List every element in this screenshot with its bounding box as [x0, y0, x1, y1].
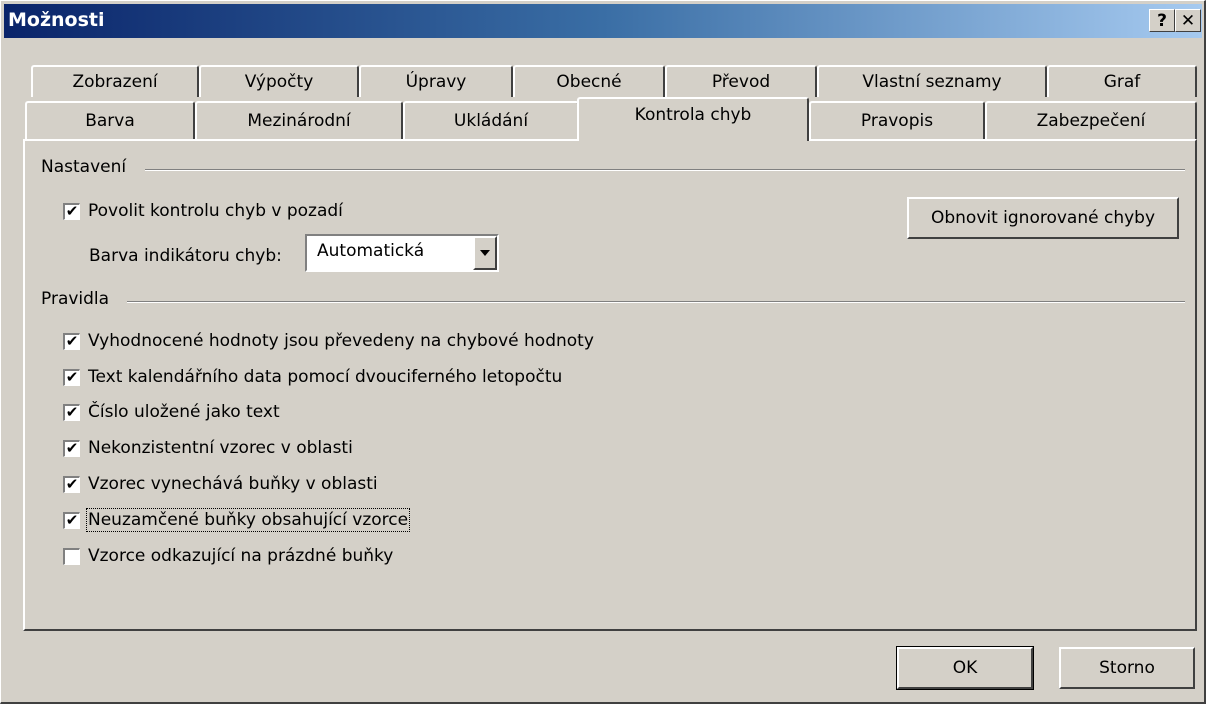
tab-label: Výpočty	[244, 72, 314, 92]
tab-label: Mezinárodní	[247, 111, 351, 131]
tab-label: Převod	[711, 72, 771, 92]
tab-label: Vlastní seznamy	[862, 72, 1002, 92]
chevron-down-icon	[480, 250, 490, 256]
check-icon: ✔	[65, 332, 79, 350]
settings-group-line	[145, 169, 1185, 171]
rule-label: Vzorec vynechává buňky v oblasti	[88, 474, 378, 494]
tab-label: Obecné	[556, 72, 622, 92]
cancel-button[interactable]: Storno	[1059, 647, 1195, 689]
dropdown-button[interactable]	[473, 236, 497, 270]
indicator-color-value: Automatická	[317, 241, 425, 261]
background-checkbox[interactable]: ✔	[63, 202, 80, 220]
tab-zabezpeceni[interactable]: Zabezpečení	[985, 101, 1197, 139]
rule-row[interactable]: ✔ Neuzamčené buňky obsahující vzorce	[63, 507, 411, 533]
rule-checkbox[interactable]: ✔	[63, 439, 80, 457]
rule-label: Nekonzistentní vzorec v oblasti	[88, 438, 353, 458]
check-icon: ✔	[65, 403, 79, 421]
tab-barva[interactable]: Barva	[25, 101, 195, 139]
rule-row[interactable]: ✔ Vzorec vynechává buňky v oblasti	[63, 471, 378, 497]
tab-obecne[interactable]: Obecné	[513, 65, 665, 97]
reset-button-label: Obnovit ignorované chyby	[930, 208, 1156, 228]
rule-label: Vzorce odkazující na prázdné buňky	[88, 546, 394, 566]
tab-label: Pravopis	[860, 111, 934, 131]
rule-label: Text kalendářního data pomocí dvoucifern…	[88, 367, 563, 387]
title-bar[interactable]: Možnosti ? ✕	[4, 4, 1202, 38]
rule-checkbox[interactable]: ✔	[63, 332, 80, 350]
window-title: Možnosti	[8, 9, 105, 31]
close-icon: ✕	[1180, 10, 1196, 31]
tab-upravy[interactable]: Úpravy	[359, 65, 513, 97]
tab-label: Zabezpečení	[1036, 111, 1146, 131]
background-check-label: Povolit kontrolu chyb v pozadí	[88, 201, 343, 221]
rule-checkbox[interactable]: ✔	[63, 511, 80, 529]
rule-checkbox[interactable]: ✔	[63, 403, 80, 421]
tab-graf[interactable]: Graf	[1047, 65, 1197, 97]
tab-label: Zobrazení	[72, 72, 158, 92]
tab-ukladani[interactable]: Ukládání	[403, 101, 579, 139]
tab-label: Kontrola chyb	[634, 105, 752, 125]
ok-label: OK	[952, 658, 978, 678]
rule-row[interactable]: ✔ Číslo uložené jako text	[63, 399, 280, 425]
tab-zobrazeni[interactable]: Zobrazení	[31, 65, 199, 97]
reset-ignored-errors-button[interactable]: Obnovit ignorované chyby	[907, 197, 1179, 239]
tab-panel: Nastavení ✔ Povolit kontrolu chyb v poza…	[23, 139, 1197, 631]
cancel-label: Storno	[1099, 658, 1155, 678]
check-icon: ✔	[65, 368, 79, 386]
rule-row[interactable]: ✔ Vyhodnocené hodnoty jsou převedeny na …	[63, 328, 594, 354]
tab-vlastni-seznamy[interactable]: Vlastní seznamy	[817, 65, 1047, 97]
rule-row[interactable]: Vzorce odkazující na prázdné buňky	[63, 543, 393, 569]
rule-row[interactable]: ✔ Nekonzistentní vzorec v oblasti	[63, 435, 353, 461]
rule-checkbox[interactable]: ✔	[63, 475, 80, 493]
check-icon: ✔	[65, 475, 79, 493]
rule-label: Vyhodnocené hodnoty jsou převedeny na ch…	[88, 331, 594, 351]
check-icon: ✔	[65, 511, 79, 529]
tab-label: Úpravy	[405, 72, 467, 92]
tab-kontrola-chyb[interactable]: Kontrola chyb	[577, 97, 809, 141]
help-button[interactable]: ?	[1149, 9, 1175, 32]
options-dialog: Možnosti ? ✕ Zobrazení Výpočty Úpravy Ob…	[0, 0, 1206, 704]
tab-pravopis[interactable]: Pravopis	[809, 101, 985, 139]
settings-group-label: Nastavení	[41, 157, 135, 177]
rules-group-label: Pravidla	[41, 289, 118, 309]
indicator-color-label: Barva indikátoru chyb:	[89, 246, 282, 266]
tab-vypocty[interactable]: Výpočty	[199, 65, 359, 97]
rule-checkbox[interactable]: ✔	[63, 368, 80, 386]
tab-label: Graf	[1103, 72, 1141, 92]
tab-prevod[interactable]: Převod	[665, 65, 817, 97]
rule-label: Číslo uložené jako text	[88, 402, 280, 422]
rule-label: Neuzamčené buňky obsahující vzorce	[85, 508, 411, 532]
tab-mezinarodni[interactable]: Mezinárodní	[195, 101, 403, 139]
rule-row[interactable]: ✔ Text kalendářního data pomocí dvoucife…	[63, 364, 562, 390]
check-icon: ✔	[65, 439, 79, 457]
tab-label: Ukládání	[453, 111, 529, 131]
ok-button[interactable]: OK	[896, 646, 1034, 690]
rules-group-line	[127, 301, 1185, 303]
help-icon: ?	[1157, 10, 1167, 31]
indicator-color-select[interactable]: Automatická	[305, 234, 499, 272]
check-icon: ✔	[65, 202, 79, 220]
rule-checkbox[interactable]	[63, 547, 80, 565]
background-check-row[interactable]: ✔ Povolit kontrolu chyb v pozadí	[63, 198, 343, 224]
close-button[interactable]: ✕	[1175, 9, 1201, 32]
tab-label: Barva	[85, 111, 135, 131]
